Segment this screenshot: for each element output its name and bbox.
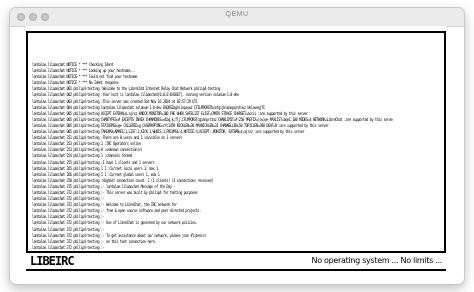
- qemu-window: QEMU lantalae.lilaanchat NOTICE * *** Ch…: [10, 8, 464, 284]
- log-line: lantalae.lilaanchat 372 philip4-testing …: [32, 244, 105, 250]
- irc-log: lantalae.lilaanchat NOTICE * *** Checkin…: [32, 62, 442, 250]
- screen-frame-right: [444, 31, 446, 251]
- status-app-name: LIBEIRC: [30, 254, 75, 268]
- status-message: No operating system ... No limits ...: [311, 256, 443, 265]
- window-title: QEMU: [225, 11, 249, 18]
- emulator-screen[interactable]: lantalae.lilaanchat NOTICE * *** Checkin…: [26, 26, 446, 280]
- screen-frame-left: [26, 31, 28, 251]
- screen-frame-top: [26, 31, 446, 33]
- title-bar[interactable]: QEMU: [10, 8, 464, 27]
- status-bar: LIBEIRC No operating system ... No limit…: [26, 251, 446, 271]
